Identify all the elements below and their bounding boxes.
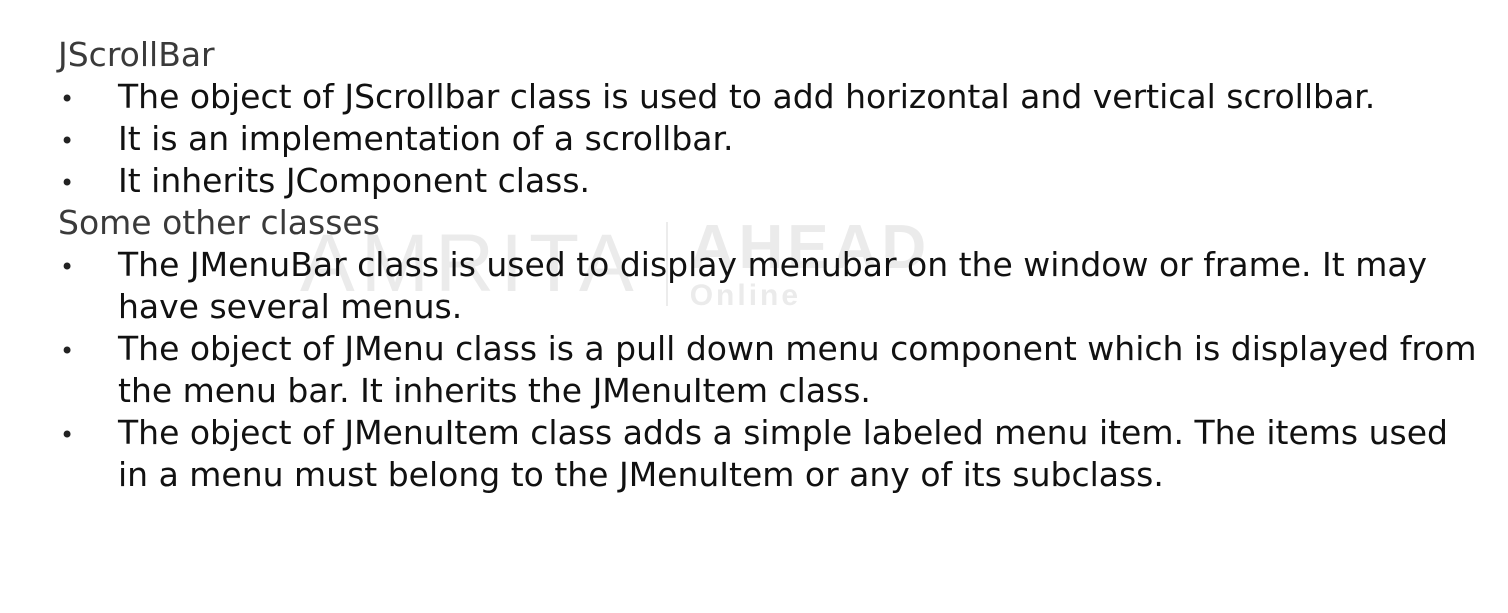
bullet-dot-icon: • <box>60 85 75 113</box>
bullet-item: • The object of JMenuItem class adds a s… <box>58 412 1478 496</box>
slide-content: JScrollBar • The object of JScrollbar cl… <box>58 34 1478 496</box>
section-heading-other-classes: Some other classes <box>58 203 380 242</box>
section-heading-jscrollbar: JScrollBar <box>58 35 215 74</box>
bullet-item: • It inherits JComponent class. <box>58 160 1478 202</box>
bullet-text: It inherits JComponent class. <box>118 161 591 200</box>
bullet-text: It is an implementation of a scrollbar. <box>118 119 734 158</box>
bullet-text: The object of JMenu class is a pull down… <box>118 329 1477 410</box>
bullet-item: • It is an implementation of a scrollbar… <box>58 118 1478 160</box>
bullet-dot-icon: • <box>60 421 75 449</box>
jscrollbar-bullet-list: • The object of JScrollbar class is used… <box>58 76 1478 202</box>
bullet-text: The JMenuBar class is used to display me… <box>118 245 1428 326</box>
bullet-item: • The object of JScrollbar class is used… <box>58 76 1478 118</box>
bullet-item: • The JMenuBar class is used to display … <box>58 244 1478 328</box>
bullet-text: The object of JScrollbar class is used t… <box>118 77 1376 116</box>
bullet-dot-icon: • <box>60 127 75 155</box>
bullet-dot-icon: • <box>60 253 75 281</box>
bullet-item: • The object of JMenu class is a pull do… <box>58 328 1478 412</box>
bullet-text: The object of JMenuItem class adds a sim… <box>118 413 1448 494</box>
other-classes-bullet-list: • The JMenuBar class is used to display … <box>58 244 1478 496</box>
bullet-dot-icon: • <box>60 337 75 365</box>
bullet-dot-icon: • <box>60 169 75 197</box>
